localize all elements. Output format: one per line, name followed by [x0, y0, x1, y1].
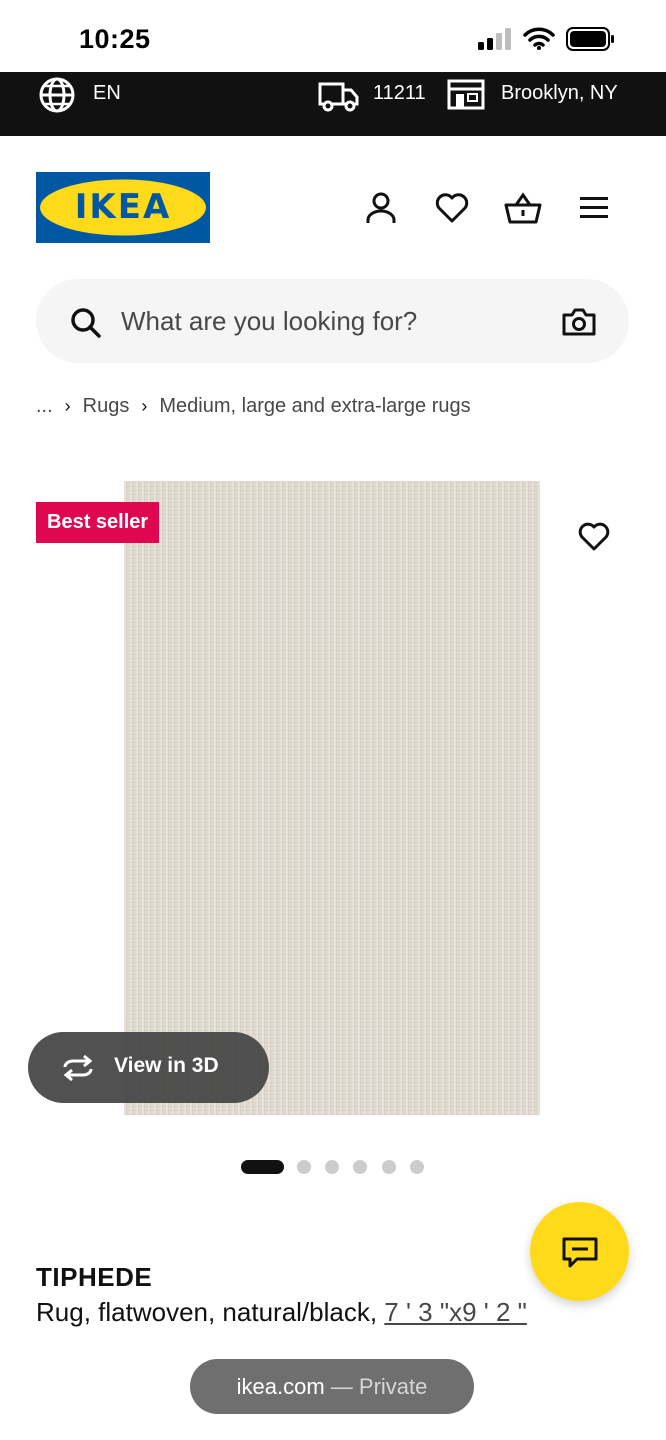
product-size-link[interactable]: 7 ' 3 "x9 ' 2 " [384, 1297, 527, 1327]
rotate-3d-icon [63, 1054, 93, 1082]
product-name: TIPHEDE [36, 1262, 153, 1292]
shopping-cart-icon[interactable] [503, 191, 543, 225]
breadcrumb-ellipsis[interactable]: ... [36, 395, 53, 417]
battery-icon [566, 27, 614, 51]
carousel-dot[interactable] [297, 1160, 311, 1174]
language-label[interactable]: EN [93, 82, 121, 105]
carousel-dot[interactable] [325, 1160, 339, 1174]
chat-bubble-icon [562, 1237, 598, 1268]
favorites-heart-icon[interactable] [434, 192, 470, 224]
globe-icon[interactable] [38, 76, 76, 114]
camera-search-icon[interactable] [562, 307, 596, 337]
location-bar: EN 11211 Brooklyn, NY [0, 72, 666, 136]
search-input[interactable]: What are you looking for? [121, 306, 417, 337]
product-description-text: Rug, flatwoven, natural/black, [36, 1297, 385, 1327]
breadcrumb-item-rugs-size[interactable]: Medium, large and extra-large rugs [159, 395, 470, 417]
product-image[interactable] [124, 481, 540, 1115]
chat-button[interactable] [530, 1202, 629, 1301]
view-in-3d-label: View in 3D [114, 1054, 219, 1077]
chevron-right-icon: › [64, 396, 71, 417]
browser-url-pill[interactable]: ikea.com — Private [190, 1359, 474, 1414]
breadcrumb: ... › Rugs › Medium, large and extra-large r… [36, 395, 471, 418]
breadcrumb-item-rugs[interactable]: Rugs [83, 395, 130, 417]
zip-code-label[interactable]: 11211 [373, 82, 426, 105]
cellular-signal-icon [478, 28, 511, 50]
best-seller-badge: Best seller [36, 502, 160, 543]
status-bar: 10:25 [0, 0, 666, 72]
status-time: 10:25 [79, 24, 151, 54]
search-icon [71, 308, 101, 338]
search-bar[interactable]: What are you looking for? [36, 279, 629, 363]
user-profile-icon[interactable] [364, 191, 398, 225]
carousel-dot[interactable] [353, 1160, 367, 1174]
store-label[interactable]: Brooklyn, NY [501, 82, 618, 105]
menu-hamburger-icon[interactable] [578, 195, 610, 221]
view-in-3d-button[interactable]: View in 3D [28, 1032, 269, 1103]
carousel-dot-active[interactable] [241, 1160, 284, 1174]
private-mode-label: — Private [324, 1374, 428, 1399]
logo-text: IKEA [74, 187, 172, 227]
carousel-dot[interactable] [410, 1160, 424, 1174]
carousel-dot[interactable] [382, 1160, 396, 1174]
product-description: Rug, flatwoven, natural/black, 7 ' 3 "x9… [36, 1297, 527, 1328]
chevron-right-icon: › [141, 396, 148, 417]
store-icon[interactable] [447, 78, 485, 110]
delivery-truck-icon[interactable] [318, 80, 360, 112]
add-to-favorites-heart-icon[interactable] [578, 522, 610, 552]
wifi-icon [523, 27, 555, 50]
ikea-logo[interactable]: IKEA [36, 172, 210, 243]
url-domain: ikea.com [236, 1374, 325, 1399]
